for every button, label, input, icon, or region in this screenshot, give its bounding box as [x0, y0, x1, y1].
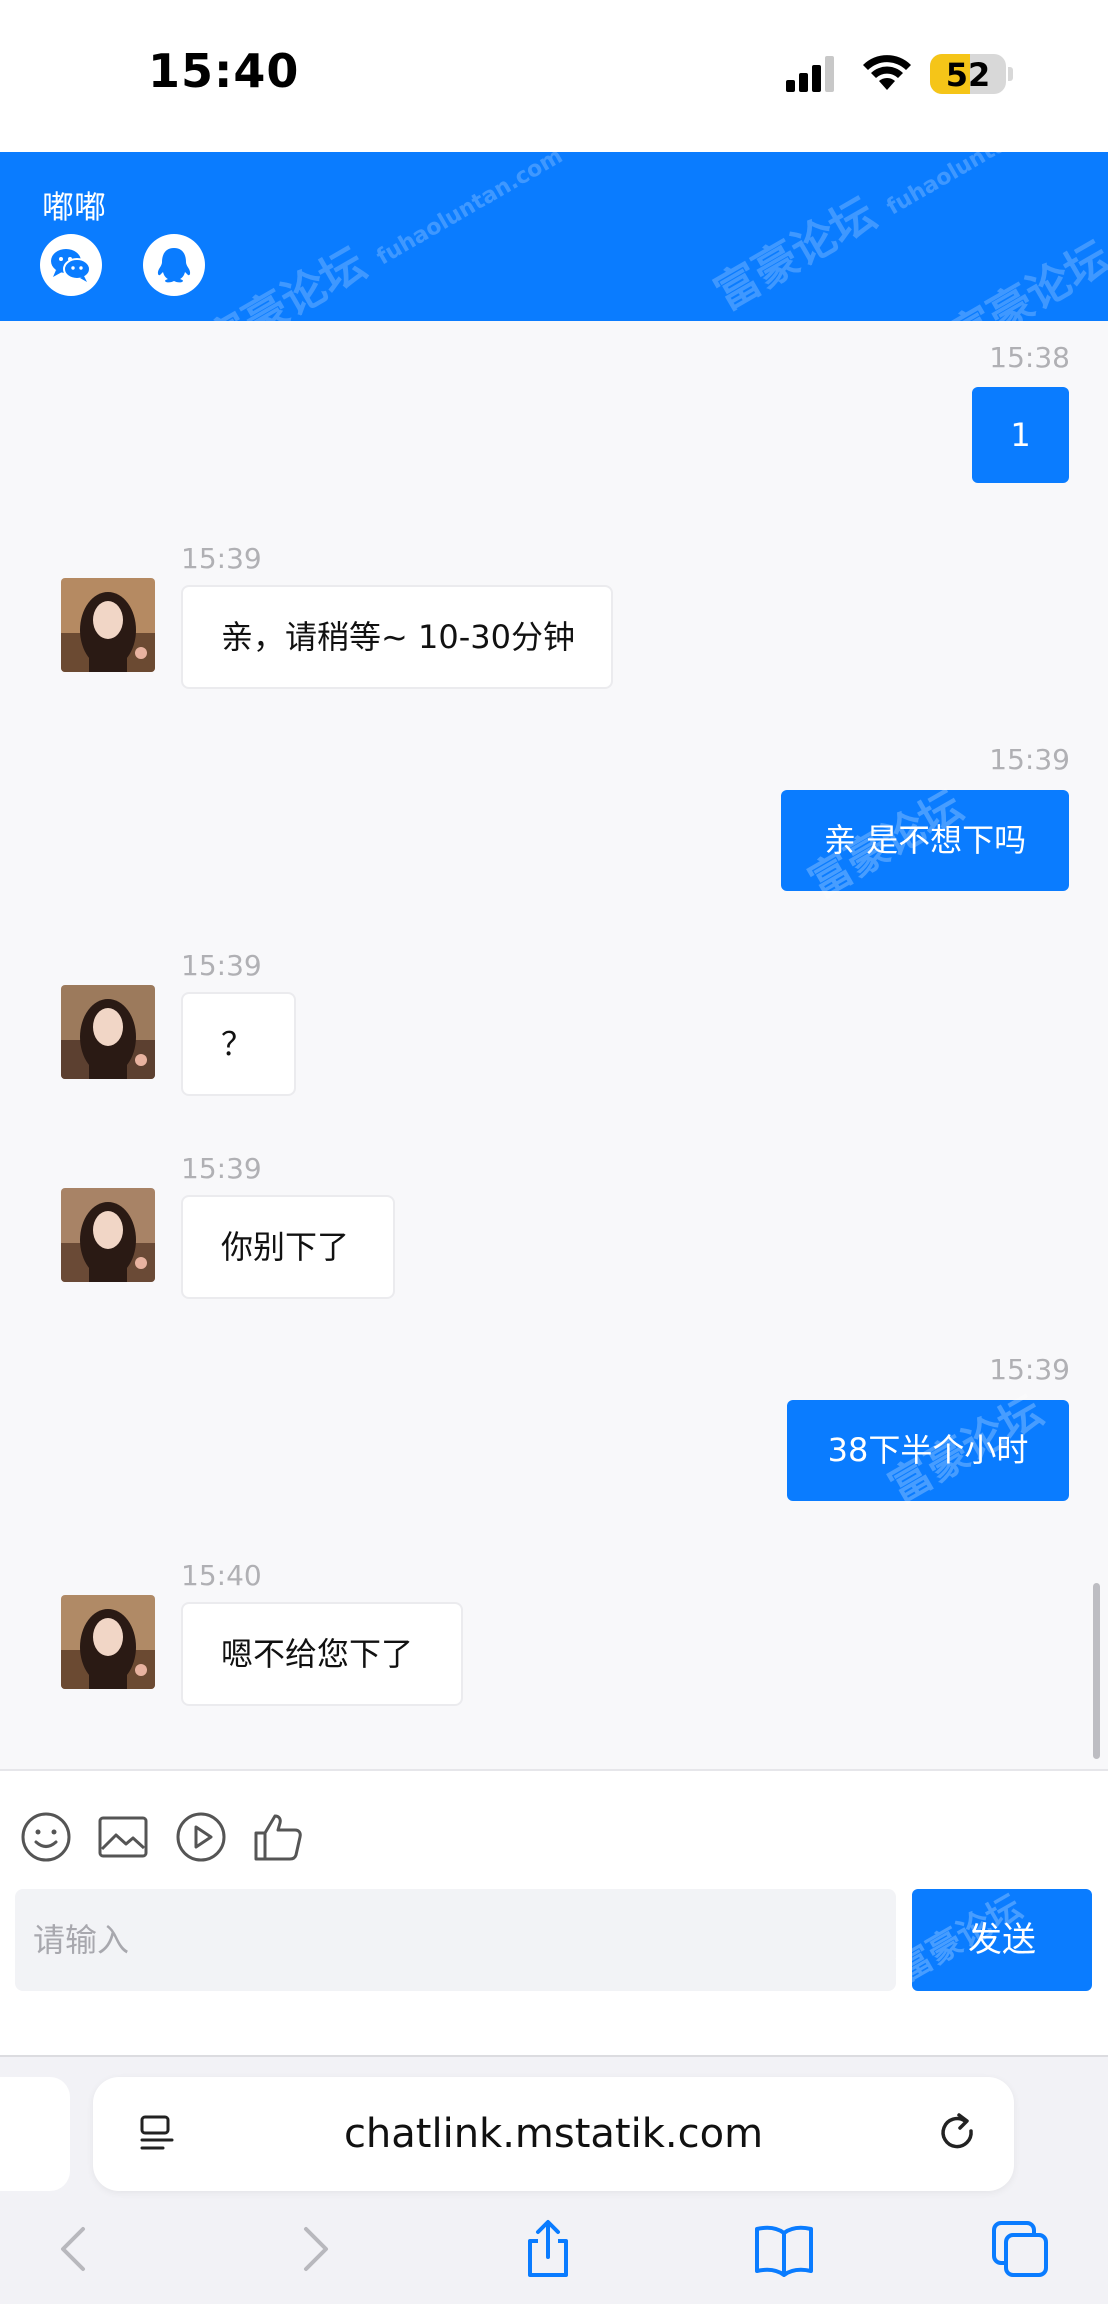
cellular-signal-icon — [786, 56, 834, 92]
image-icon[interactable] — [97, 1811, 149, 1863]
watermark: 富豪论坛 fuhaoluntan.com — [706, 152, 1078, 321]
avatar — [61, 985, 155, 1079]
message-time: 15:39 — [989, 1353, 1070, 1386]
share-icon[interactable] — [516, 2217, 580, 2281]
avatar — [61, 1188, 155, 1282]
message-time: 15:40 — [181, 1559, 262, 1592]
message-time: 15:39 — [181, 1152, 262, 1185]
qq-icon — [157, 248, 191, 283]
reload-icon[interactable] — [935, 2111, 981, 2157]
address-bar[interactable]: chatlink.mstatik.com — [93, 2077, 1014, 2191]
chat-area[interactable]: 15:38 1 15:39 亲，请稍等~ 10-30分钟 15:39 亲 是不想… — [0, 321, 1108, 1769]
wechat-button[interactable] — [40, 234, 102, 296]
chat-scrollbar[interactable] — [1093, 1583, 1100, 1759]
watermark: 富豪论坛 fuhaoluntan.com — [196, 152, 568, 321]
chat-header: 富豪论坛 fuhaoluntan.com 富豪论坛 fuhaoluntan.co… — [0, 152, 1108, 321]
message-bubble-outgoing: 38下半个小时 — [787, 1400, 1069, 1501]
message-composer: 请输入 发送 富豪论坛 — [0, 1769, 1108, 2055]
battery-percent: 52 — [945, 56, 991, 94]
tabs-icon[interactable] — [988, 2217, 1052, 2281]
video-icon[interactable] — [175, 1811, 227, 1863]
forward-icon[interactable] — [282, 2217, 346, 2281]
status-bar: 15:40 52 — [0, 0, 1108, 152]
wechat-icon — [51, 249, 91, 282]
contact-name: 嘟嘟 — [42, 188, 107, 226]
emoji-icon[interactable] — [20, 1811, 72, 1863]
browser-toolbar: chatlink.mstatik.com — [0, 2055, 1108, 2304]
watermark: 富豪论坛 — [941, 231, 1108, 321]
previous-tab[interactable] — [0, 2077, 70, 2191]
qq-button[interactable] — [143, 234, 205, 296]
message-bubble-outgoing: 亲 是不想下吗 — [781, 790, 1069, 891]
bookmarks-icon[interactable] — [752, 2217, 816, 2281]
status-time: 15:40 — [148, 44, 300, 98]
wifi-icon — [863, 55, 911, 90]
send-button[interactable]: 发送 — [912, 1889, 1092, 1991]
message-bubble-incoming: 亲，请稍等~ 10-30分钟 — [181, 585, 613, 689]
message-time: 15:39 — [989, 743, 1070, 776]
message-time: 15:38 — [989, 341, 1070, 374]
message-bubble-incoming: ？ — [181, 992, 296, 1096]
message-bubble-outgoing: 1 — [972, 387, 1069, 483]
url-text: chatlink.mstatik.com — [343, 2111, 764, 2157]
message-time: 15:39 — [181, 542, 262, 575]
message-bubble-incoming: 嗯不给您下了 — [181, 1602, 463, 1706]
battery-indicator: 52 — [930, 54, 1013, 94]
message-time: 15:39 — [181, 949, 262, 982]
avatar — [61, 1595, 155, 1689]
thumbs-up-icon[interactable] — [252, 1811, 304, 1863]
avatar — [61, 578, 155, 672]
message-bubble-incoming: 你别下了 — [181, 1195, 395, 1299]
back-icon[interactable] — [43, 2217, 107, 2281]
message-input[interactable]: 请输入 — [15, 1889, 896, 1991]
